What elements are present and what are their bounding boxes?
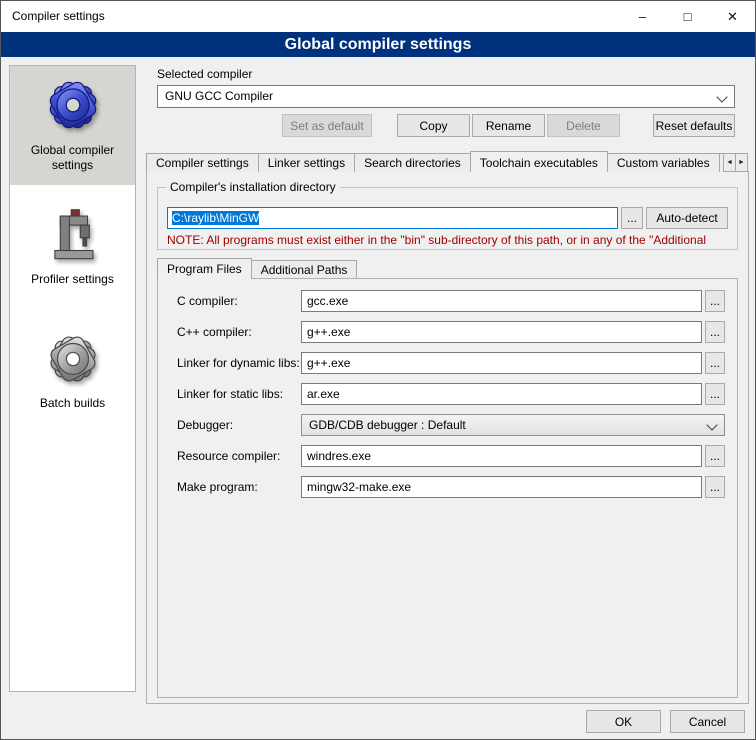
copy-button[interactable]: Copy	[397, 114, 470, 137]
delete-button[interactable]: Delete	[547, 114, 620, 137]
compiler-select[interactable]: GNU GCC Compiler	[157, 85, 735, 108]
c-compiler-browse-button[interactable]: ...	[705, 290, 725, 312]
make-program-input[interactable]	[301, 476, 702, 498]
blue-gear-icon	[42, 74, 104, 136]
sidebar-item-batch-builds[interactable]: Batch builds	[10, 321, 135, 423]
make-program-label: Make program:	[177, 476, 258, 498]
tab-toolchain-executables[interactable]: Toolchain executables	[470, 151, 608, 172]
tab-custom-variables[interactable]: Custom variables	[607, 153, 720, 172]
sidebar-item-label: Batch builds	[13, 396, 132, 411]
sidebar-item-label: Profiler settings	[13, 272, 132, 287]
linker-static-browse-button[interactable]: ...	[705, 383, 725, 405]
debugger-select[interactable]: GDB/CDB debugger : Default	[301, 414, 725, 436]
tab-scroll-right-button[interactable]: ►	[735, 153, 748, 172]
linker-dynamic-label: Linker for dynamic libs:	[177, 352, 300, 374]
linker-static-input[interactable]	[301, 383, 702, 405]
c-compiler-label: C compiler:	[177, 290, 238, 312]
close-icon: ✕	[727, 9, 738, 25]
cpp-compiler-label: C++ compiler:	[177, 321, 252, 343]
window-controls: – □ ✕	[620, 1, 755, 32]
install-dir-selected-text: C:\raylib\MinGW	[172, 211, 259, 225]
compiler-settings-dialog: Compiler settings – □ ✕ Global compiler …	[0, 0, 756, 740]
subtab-program-files[interactable]: Program Files	[157, 258, 252, 279]
arrow-right-icon: ►	[738, 159, 745, 166]
minimize-button[interactable]: –	[620, 1, 665, 32]
tab-compiler-settings[interactable]: Compiler settings	[146, 153, 259, 172]
debugger-select-value: GDB/CDB debugger : Default	[309, 415, 466, 435]
maximize-icon: □	[684, 9, 692, 24]
installation-directory-legend: Compiler's installation directory	[166, 180, 340, 195]
linker-static-label: Linker for static libs:	[177, 383, 283, 405]
rename-button[interactable]: Rename	[472, 114, 545, 137]
c-compiler-input[interactable]	[301, 290, 702, 312]
program-files-tabstrip: Program Files Additional Paths	[157, 257, 356, 278]
dialog-header: Global compiler settings	[1, 32, 755, 57]
cpp-compiler-browse-button[interactable]: ...	[705, 321, 725, 343]
resource-compiler-label: Resource compiler:	[177, 445, 280, 467]
arrow-left-icon: ◄	[726, 159, 733, 166]
install-dir-browse-button[interactable]: ...	[621, 207, 643, 229]
close-button[interactable]: ✕	[710, 1, 755, 32]
ok-button[interactable]: OK	[586, 710, 661, 733]
cancel-button[interactable]: Cancel	[670, 710, 745, 733]
window-title: Compiler settings	[12, 1, 105, 32]
main-tabstrip: Compiler settings Linker settings Search…	[146, 150, 723, 172]
linker-dynamic-browse-button[interactable]: ...	[705, 352, 725, 374]
tab-search-directories[interactable]: Search directories	[354, 153, 471, 172]
settings-category-sidebar: Global compiler settings Profiler settin…	[9, 65, 136, 692]
maximize-button[interactable]: □	[665, 1, 710, 32]
minimize-icon: –	[639, 9, 646, 24]
linker-dynamic-input[interactable]	[301, 352, 702, 374]
compiler-select-value: GNU GCC Compiler	[165, 86, 273, 107]
sidebar-item-profiler-settings[interactable]: Profiler settings	[10, 199, 135, 299]
chevron-down-icon	[706, 419, 717, 430]
sidebar-item-label: Global compiler settings	[13, 143, 132, 173]
titlebar[interactable]: Compiler settings – □ ✕	[1, 1, 755, 32]
chevron-down-icon	[716, 91, 727, 102]
set-as-default-button[interactable]: Set as default	[282, 114, 372, 137]
make-program-browse-button[interactable]: ...	[705, 476, 725, 498]
subtab-additional-paths[interactable]: Additional Paths	[251, 260, 358, 278]
resource-compiler-input[interactable]	[301, 445, 702, 467]
reset-defaults-button[interactable]: Reset defaults	[653, 114, 735, 137]
auto-detect-button[interactable]: Auto-detect	[646, 207, 728, 229]
install-dir-input[interactable]: C:\raylib\MinGW	[167, 207, 618, 229]
tab-linker-settings[interactable]: Linker settings	[258, 153, 355, 172]
profiler-tool-icon	[44, 207, 102, 265]
tab-scroll-buttons: ◄ ►	[723, 153, 747, 172]
selected-compiler-label: Selected compiler	[157, 67, 252, 82]
gray-gear-icon	[43, 329, 103, 389]
cpp-compiler-input[interactable]	[301, 321, 702, 343]
resource-compiler-browse-button[interactable]: ...	[705, 445, 725, 467]
sidebar-item-global-compiler-settings[interactable]: Global compiler settings	[10, 66, 135, 185]
debugger-label: Debugger:	[177, 414, 233, 436]
note-text: NOTE: All programs must exist either in …	[167, 233, 734, 247]
